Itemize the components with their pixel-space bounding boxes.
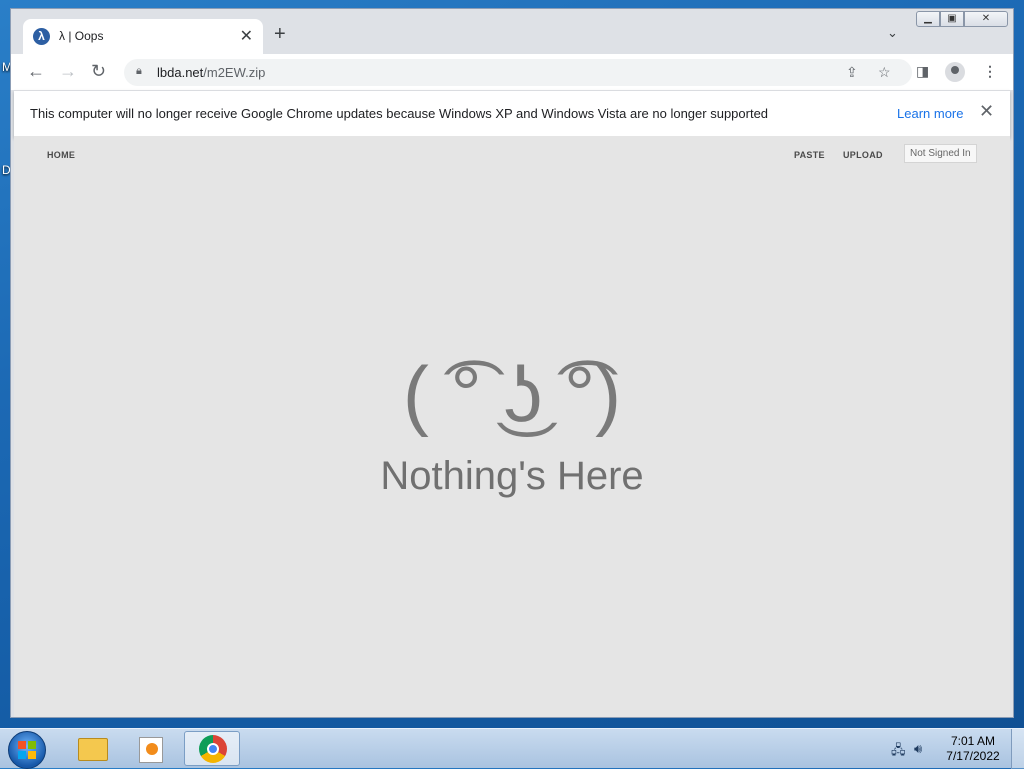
share-icon[interactable]: ⇪ (846, 64, 858, 81)
nav-upload-link[interactable]: UPLOAD (843, 150, 883, 160)
tab-strip: λ λ | Oops ✕ + ⌄ ▁ ▣ ✕ (11, 9, 1013, 54)
tab-search-chevron-icon[interactable]: ⌄ (887, 25, 898, 41)
chrome-window: λ λ | Oops ✕ + ⌄ ▁ ▣ ✕ ← → ↻ 🔒︎ lbda.net… (10, 8, 1014, 718)
infobar-message: This computer will no longer receive Goo… (30, 106, 769, 121)
menu-kebab-icon[interactable]: ⋮ (983, 63, 997, 80)
not-signed-in-button[interactable]: Not Signed In (904, 144, 977, 163)
url-host: lbda.net (157, 65, 204, 80)
minimize-button[interactable]: ▁ (916, 11, 940, 27)
network-icon[interactable]: 🖧︎ (891, 741, 906, 763)
taskbar-chrome[interactable] (184, 731, 240, 766)
reload-icon[interactable]: ↻ (91, 62, 106, 80)
infobar-close-icon[interactable]: ✕ (979, 101, 994, 122)
media-player-icon (139, 737, 163, 763)
folder-icon (78, 738, 108, 761)
volume-icon[interactable]: 🔊︎ (914, 741, 922, 757)
lock-icon[interactable]: 🔒︎ (136, 65, 142, 78)
bookmark-star-icon[interactable]: ☆ (878, 64, 891, 81)
taskbar-file-explorer[interactable] (62, 731, 118, 766)
forward-arrow-icon[interactable]: → (59, 62, 77, 80)
address-bar[interactable]: 🔒︎ lbda.net/m2EW.zip ⇪ ☆ (124, 59, 912, 86)
nothing-here-message: Nothing's Here (380, 454, 644, 498)
taskbar: 🖧︎ 🔊︎ 7:01 AM 7/17/2022 (0, 728, 1024, 769)
chrome-icon (199, 735, 227, 763)
taskbar-clock[interactable]: 7:01 AM 7/17/2022 (940, 734, 1006, 764)
browser-toolbar: ← → ↻ 🔒︎ lbda.net/m2EW.zip ⇪ ☆ ◨ ⋮ (11, 54, 1013, 90)
new-tab-button[interactable]: + (274, 24, 286, 44)
profile-avatar-icon[interactable] (945, 62, 965, 82)
maximize-button[interactable]: ▣ (940, 11, 964, 27)
nav-paste-link[interactable]: PASTE (794, 150, 825, 160)
clock-time: 7:01 AM (950, 734, 996, 748)
close-window-button[interactable]: ✕ (964, 11, 1008, 27)
tab-close-icon[interactable]: ✕ (240, 26, 253, 46)
learn-more-link[interactable]: Learn more (897, 106, 963, 121)
show-desktop-button[interactable] (1011, 729, 1024, 769)
lenny-face: ( ͡° ͜ʖ ͡°) (402, 350, 622, 438)
side-panel-icon[interactable]: ◨ (916, 63, 929, 80)
browser-tab[interactable]: λ λ | Oops ✕ (23, 19, 263, 54)
back-arrow-icon[interactable]: ← (27, 62, 45, 80)
lambda-favicon-icon: λ (33, 28, 50, 45)
tab-title: λ | Oops (59, 29, 104, 43)
taskbar-media-player[interactable] (122, 731, 178, 766)
url-text[interactable]: lbda.net/m2EW.zip (157, 65, 265, 80)
start-button-windows-icon[interactable] (8, 731, 46, 769)
update-infobar: This computer will no longer receive Goo… (14, 90, 1010, 137)
nav-home-link[interactable]: HOME (47, 150, 75, 160)
url-path: /m2EW.zip (203, 65, 266, 80)
clock-date: 7/17/2022 (946, 749, 1000, 763)
page-content: HOME PASTE UPLOAD Not Signed In ( ͡° ͜ʖ … (14, 136, 1010, 717)
